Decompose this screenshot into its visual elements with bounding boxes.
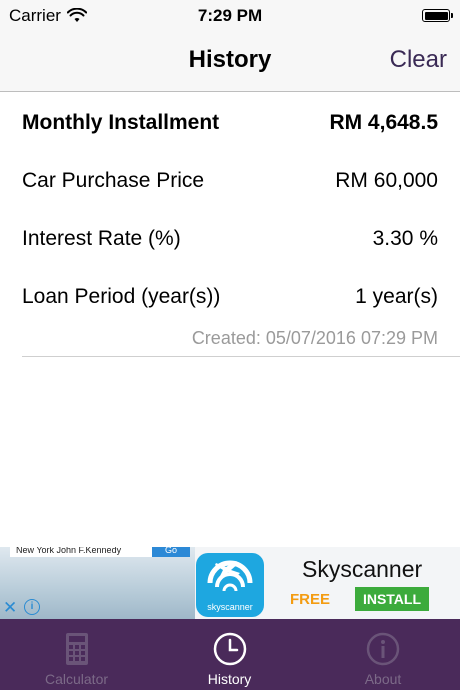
ad-logo-text: skyscanner [207, 602, 253, 612]
info-icon [366, 632, 400, 666]
install-button[interactable]: INSTALL [355, 587, 429, 611]
tab-about-label: About [364, 671, 402, 687]
rate-row: Interest Rate (%) 3.30 % [22, 227, 438, 251]
skyscanner-logo: skyscanner [196, 553, 264, 617]
ad-go-button: Go [152, 547, 190, 557]
price-row: Car Purchase Price RM 60,000 [22, 169, 438, 193]
tab-history[interactable]: History [153, 619, 306, 690]
tab-calculator[interactable]: Calculator [0, 619, 153, 690]
plane-icon [207, 560, 253, 592]
tab-bar: Calculator History About [0, 619, 460, 690]
ad-banner[interactable]: New York John F.Kennedy Go ✕ i skyscanne… [0, 547, 460, 619]
battery-icon [422, 9, 453, 22]
installment-label: Monthly Installment [22, 111, 220, 134]
tab-calculator-label: Calculator [44, 671, 109, 687]
period-label: Loan Period (year(s)) [22, 285, 221, 308]
ad-brand-name: Skyscanner [302, 556, 423, 582]
row-divider [22, 356, 460, 357]
ad-free-label: FREE [290, 591, 331, 608]
status-time: 7:29 PM [197, 6, 263, 25]
calculator-icon [65, 633, 88, 665]
close-icon[interactable]: ✕ [3, 598, 17, 618]
rate-label: Interest Rate (%) [22, 227, 181, 250]
tab-history-label: History [207, 671, 252, 687]
rate-value: 3.30 % [372, 227, 438, 250]
installment-value: RM 4,648.5 [329, 111, 438, 134]
navigation-bar: History Clear [0, 32, 460, 92]
price-label: Car Purchase Price [22, 169, 205, 192]
clear-button[interactable]: Clear [390, 46, 447, 74]
status-bar: Carrier 7:29 PM [0, 0, 460, 32]
tab-about[interactable]: About [306, 619, 460, 690]
period-row: Loan Period (year(s)) 1 year(s) [22, 285, 438, 309]
price-value: RM 60,000 [335, 169, 438, 192]
installment-row: Monthly Installment RM 4,648.5 [22, 111, 438, 135]
period-value: 1 year(s) [355, 285, 438, 308]
clock-icon [213, 632, 246, 666]
info-icon[interactable]: i [24, 599, 40, 615]
created-timestamp: Created: 05/07/2016 07:29 PM [191, 328, 438, 348]
